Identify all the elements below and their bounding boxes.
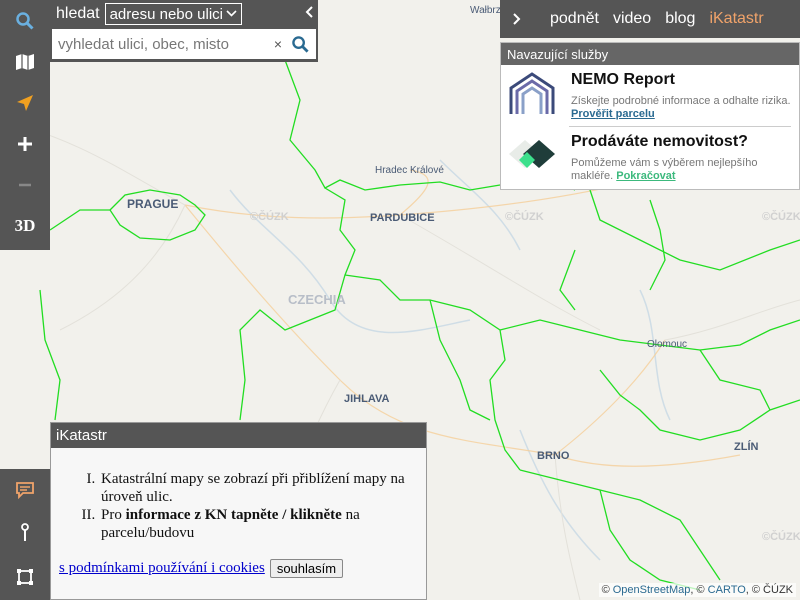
map-label-pardubice: PARDUBICE [370, 212, 435, 224]
map-attribution: © OpenStreetMap, © CARTO, © ČÚZK [598, 583, 796, 597]
collapse-search-button[interactable] [304, 5, 314, 19]
search-panel: hledat adresu nebo ulici × [50, 0, 318, 62]
service-description: Získejte podrobné informace a odhalte ri… [571, 95, 796, 121]
comment-icon [16, 482, 34, 499]
watermark-2: ©ČÚZK [505, 210, 544, 223]
info-list: Katastrální mapy se zobrazí při přiblíže… [51, 470, 426, 542]
nemo-logo-icon [509, 72, 555, 114]
watermark-1: ©ČÚZK [250, 210, 289, 223]
attribution-separator: , © [690, 584, 705, 596]
nav-link-video[interactable]: video [613, 10, 651, 28]
location-arrow-icon [17, 94, 33, 111]
service-title: Prodáváte nemovitost? [571, 133, 748, 150]
info-item-2-bold: informace z KN tapněte / klikněte [125, 507, 342, 523]
chevron-down-icon [226, 10, 237, 17]
search-toggle-button[interactable] [0, 0, 50, 41]
info-panel: iKatastr Katastrální mapy se zobrazí při… [50, 422, 427, 600]
search-box: × [52, 29, 316, 59]
pin-tool-icon [21, 523, 29, 541]
continue-link[interactable]: Pokračovat [616, 170, 675, 182]
info-item-2: Pro informace z KN tapněte / klikněte na… [99, 506, 426, 542]
locate-button[interactable] [0, 82, 50, 123]
nav-link-podnet[interactable]: podnět [550, 10, 599, 28]
services-panel: Navazující služby NEMO Report Získejte p… [500, 42, 800, 190]
3d-button[interactable]: 3D [0, 205, 50, 246]
map-label-czechia: CZECHIA [288, 292, 346, 307]
service-title: NEMO Report [571, 71, 675, 88]
nav-link-blog[interactable]: blog [665, 10, 695, 28]
search-mode-select[interactable]: adresu nebo ulici [104, 3, 243, 25]
map-label-prague: PRAGUE [127, 197, 178, 211]
service-selling-property: Prodáváte nemovitost? Pomůžeme vám s výb… [501, 127, 799, 188]
carto-link[interactable]: CARTO [708, 584, 746, 596]
map-toolbar: 3D [0, 0, 50, 250]
map-label-hradec: Hradec Králové [375, 165, 444, 176]
measure-button[interactable] [0, 511, 50, 555]
service-description: Pomůžeme vám s výběrem nejlepšího makléř… [571, 157, 796, 183]
map-label-jihlava: JIHLAVA [344, 393, 389, 405]
plus-icon [18, 136, 32, 151]
search-mode-value: adresu nebo ulici [109, 5, 224, 23]
minus-icon [19, 183, 31, 186]
search-icon [291, 35, 309, 53]
chevron-right-icon [513, 13, 521, 25]
top-navigation: podnět video blog iKatastr [500, 0, 800, 38]
attribution-copyright: © [601, 584, 610, 596]
clear-search-button[interactable]: × [270, 36, 286, 52]
map-toolbar-bottom [0, 469, 50, 600]
services-header: Navazující služby [501, 43, 799, 65]
check-parcel-link[interactable]: Prověřit parcelu [571, 108, 655, 120]
map-icon [16, 53, 34, 70]
search-input[interactable] [52, 30, 270, 58]
search-label: hledat [56, 5, 100, 22]
nav-toggle-button[interactable] [500, 12, 534, 26]
info-item-2-pre: Pro [101, 507, 126, 523]
realtor-logo-icon [509, 140, 555, 168]
polygon-icon [17, 569, 33, 585]
layers-button[interactable] [0, 41, 50, 82]
attribution-cuzk: , © ČÚZK [745, 584, 793, 596]
nav-link-ikatastr[interactable]: iKatastr [709, 10, 763, 28]
info-item-1: Katastrální mapy se zobrazí při přiblíže… [99, 470, 426, 506]
map-label-zlin: ZLÍN [734, 440, 758, 453]
agree-button[interactable]: souhlasím [269, 559, 344, 578]
watermark-4: ©ČÚZK [762, 530, 800, 543]
zoom-in-button[interactable] [0, 123, 50, 164]
watermark-3: ©ČÚZK [762, 210, 800, 223]
map-label-walbrzych: Wałbrz [470, 5, 501, 16]
zoom-out-button[interactable] [0, 164, 50, 205]
feedback-button[interactable] [0, 469, 50, 511]
service-nemo-report: NEMO Report Získejte podrobné informace … [501, 65, 799, 126]
search-submit-button[interactable] [286, 35, 314, 53]
service-description-text: Získejte podrobné informace a odhalte ri… [571, 95, 791, 107]
info-title: iKatastr [51, 423, 426, 448]
osm-link[interactable]: OpenStreetMap [613, 584, 691, 596]
area-button[interactable] [0, 555, 50, 599]
terms-link[interactable]: s podmínkami používání i cookies [59, 560, 265, 577]
map-label-olomouc: Olomouc [647, 339, 687, 350]
search-icon [16, 11, 34, 30]
map-label-brno: BRNO [537, 450, 570, 462]
